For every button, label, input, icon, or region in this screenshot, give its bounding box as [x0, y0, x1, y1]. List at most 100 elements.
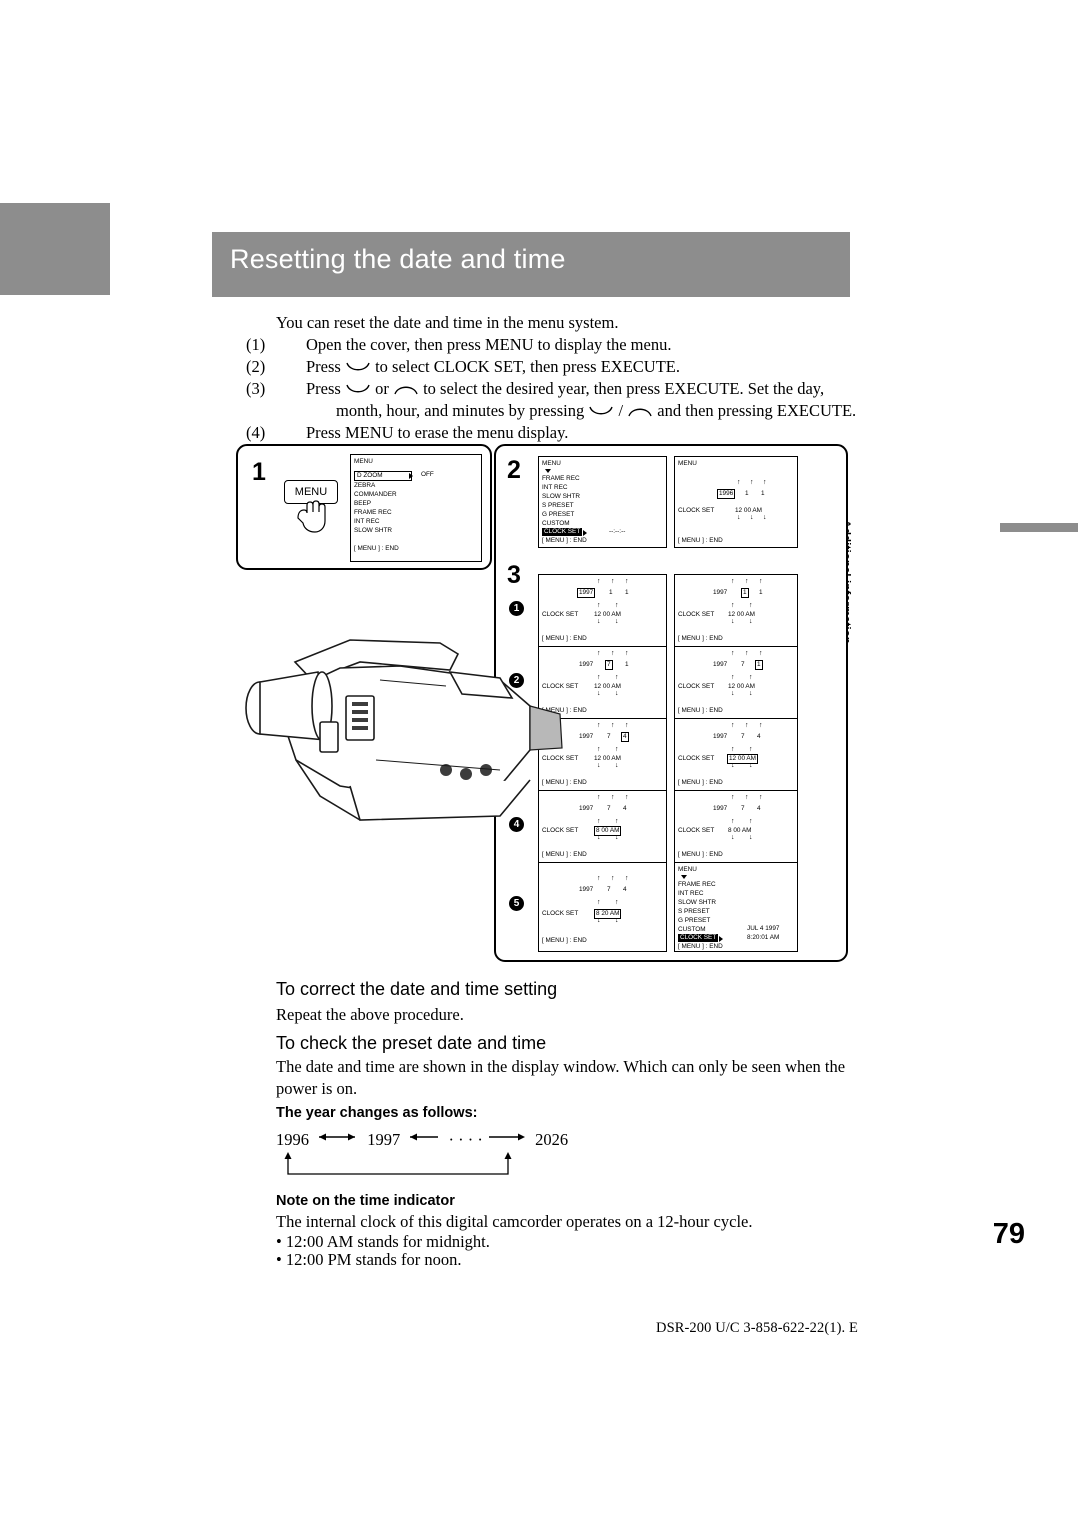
- menu-card-2b-title: MENU: [678, 460, 697, 467]
- up-arrow-icon: ↑: [611, 875, 615, 882]
- up-arrow-icon: ↑: [731, 602, 735, 609]
- clock-year-field: 1997: [577, 588, 596, 598]
- up-arrow-icon: ↑: [737, 479, 741, 486]
- step3-marker-5: 5: [509, 896, 524, 911]
- clock-year-field: 1997: [713, 733, 728, 740]
- pointer-icon: [409, 473, 413, 479]
- page-title-bar: Resetting the date and time: [212, 232, 850, 297]
- clock-day-field: 7: [741, 805, 745, 812]
- step-3-text-f: and then pressing EXECUTE.: [657, 401, 857, 420]
- up-arrow-icon: ↑: [731, 818, 735, 825]
- clock-month-field: 4: [623, 886, 627, 893]
- up-arrow-icon: ↑: [731, 650, 735, 657]
- figure-step2-number: 2: [507, 456, 521, 484]
- down-arrow-icon: ↓: [731, 690, 735, 697]
- intro-lead: You can reset the date and time in the m…: [276, 313, 619, 332]
- pointer-icon: [583, 530, 587, 536]
- up-arrow-icon: ↑: [749, 818, 753, 825]
- step-2-text-a: Press: [306, 357, 341, 376]
- menu-row-frame-rec: FRAME REC: [542, 475, 580, 482]
- up-arrow-icon: ↑: [763, 479, 767, 486]
- page-number: 79: [992, 1218, 1025, 1250]
- clock-set-label: CLOCK SET: [678, 611, 715, 618]
- year-second: 1997: [367, 1130, 401, 1149]
- down-arrow-icon: ↓: [749, 690, 753, 697]
- down-arc-icon: [588, 406, 614, 417]
- year-change-diagram: 1996 1997 · · · · 2026: [276, 1130, 568, 1150]
- clock-month-field: 1: [761, 490, 765, 497]
- down-arrow-icon: ↓: [731, 834, 735, 841]
- decorative-gray-block: [0, 203, 110, 295]
- menu-row-g-preset: G PRESET: [678, 917, 711, 924]
- clock-set-label: CLOCK SET: [678, 507, 715, 514]
- year-start: 1996: [276, 1130, 309, 1149]
- up-arrow-icon: ↑: [597, 602, 601, 609]
- side-tab-marker: [1000, 523, 1078, 532]
- menu-card-2b: MENU ↑ ↑ ↑ 1996 1 1 CLOCK SET 12 00 AM ↓…: [674, 456, 798, 548]
- up-arrow-icon: ↑: [611, 578, 615, 585]
- clock-day-field: 1: [741, 588, 749, 598]
- menu-row-d-zoom: D ZOOM: [354, 471, 412, 482]
- right-arrow-icon: [487, 1131, 531, 1143]
- page: Resetting the date and time Additional i…: [0, 0, 1080, 1528]
- intro-block: You can reset the date and time in the m…: [246, 312, 876, 444]
- clock-month-field: 1: [755, 660, 763, 670]
- menu-row-g-preset: G PRESET: [542, 511, 575, 518]
- clock-month-field: 4: [621, 732, 629, 742]
- menu-row-d-zoom-value: OFF: [421, 471, 434, 478]
- section-heading-correct: To correct the date and time setting: [276, 979, 558, 999]
- clock-month-field: 1: [625, 661, 629, 668]
- clock-year-field: 1997: [713, 805, 728, 812]
- up-arrow-icon: ↑: [745, 578, 749, 585]
- clock-card-end: [ MENU ] : END: [678, 779, 723, 786]
- menu-row-int-rec: INT REC: [354, 518, 380, 525]
- up-arrow-icon: ↑: [759, 794, 763, 801]
- loop-arrow-icon: [282, 1152, 514, 1180]
- up-arrow-icon: ↑: [625, 650, 629, 657]
- menu-card-2a: MENU FRAME REC INT REC SLOW SHTR S PRESE…: [538, 456, 667, 548]
- down-arrow-icon: ↓: [597, 917, 601, 924]
- section-text-correct: Repeat the above procedure.: [276, 1005, 464, 1024]
- up-arrow-icon: ↑: [597, 578, 601, 585]
- menu-row-slow-shtr: SLOW SHTR: [542, 493, 580, 500]
- up-arrow-icon: ↑: [750, 479, 754, 486]
- menu-card-1-title: MENU: [354, 458, 373, 465]
- up-arrow-icon: ↑: [731, 722, 735, 729]
- up-arc-icon: [627, 406, 653, 417]
- hand-icon: [292, 498, 328, 533]
- note-heading: Note on the time indicator: [276, 1193, 455, 1209]
- up-arrow-icon: ↑: [625, 875, 629, 882]
- up-arrow-icon: ↑: [615, 899, 619, 906]
- section-text-check: The date and time are shown in the displ…: [276, 1057, 846, 1098]
- step-3-text-a: Press: [306, 379, 341, 398]
- clock-month-field: 4: [623, 805, 627, 812]
- down-arrow-icon: ↓: [615, 917, 619, 924]
- clock-month-field: 4: [757, 733, 761, 740]
- up-arrow-icon: ↑: [759, 650, 763, 657]
- clock-card-4-right: ↑ ↑ ↑ 1997 7 4 ↑ ↑ CLOCK SET 8 00 AM ↓ ↓…: [674, 790, 798, 864]
- pointer-icon: [545, 469, 551, 473]
- step-3-text-d: month, hour, and minutes by pressing: [336, 401, 585, 420]
- step-3-number: (3): [246, 379, 266, 398]
- clock-card-2-right: ↑ ↑ ↑ 1997 7 1 ↑ ↑ CLOCK SET 12 00 AM ↓ …: [674, 646, 798, 720]
- clock-year-field: 1997: [713, 589, 728, 596]
- clock-card-end: [ MENU ] : END: [678, 707, 723, 714]
- menu-row-slow-shtr: SLOW SHTR: [678, 899, 716, 906]
- clock-set-label: CLOCK SET: [678, 683, 715, 690]
- menu-card-2b-end: [ MENU ] : END: [678, 537, 723, 544]
- menu-row-custom: CUSTOM: [678, 926, 706, 933]
- up-arrow-icon: ↑: [731, 794, 735, 801]
- left-arrow-icon: [404, 1131, 444, 1143]
- clock-set-label: CLOCK SET: [678, 755, 715, 762]
- up-arrow-icon: ↑: [625, 578, 629, 585]
- menu-row-int-rec: INT REC: [542, 484, 568, 491]
- clock-day-field: 1: [609, 589, 613, 596]
- clock-date-value: JUL 4 1997: [747, 925, 780, 932]
- menu-row-int-rec: INT REC: [678, 890, 704, 897]
- year-dots: · · · ·: [448, 1130, 483, 1149]
- up-arrow-icon: ↑: [597, 899, 601, 906]
- menu-card-5-end: [ MENU ] : END: [678, 943, 723, 950]
- step-1-text: Open the cover, then press MENU to displ…: [306, 335, 672, 354]
- step-3-text-b: or: [375, 379, 389, 398]
- clock-day-field: 7: [741, 733, 745, 740]
